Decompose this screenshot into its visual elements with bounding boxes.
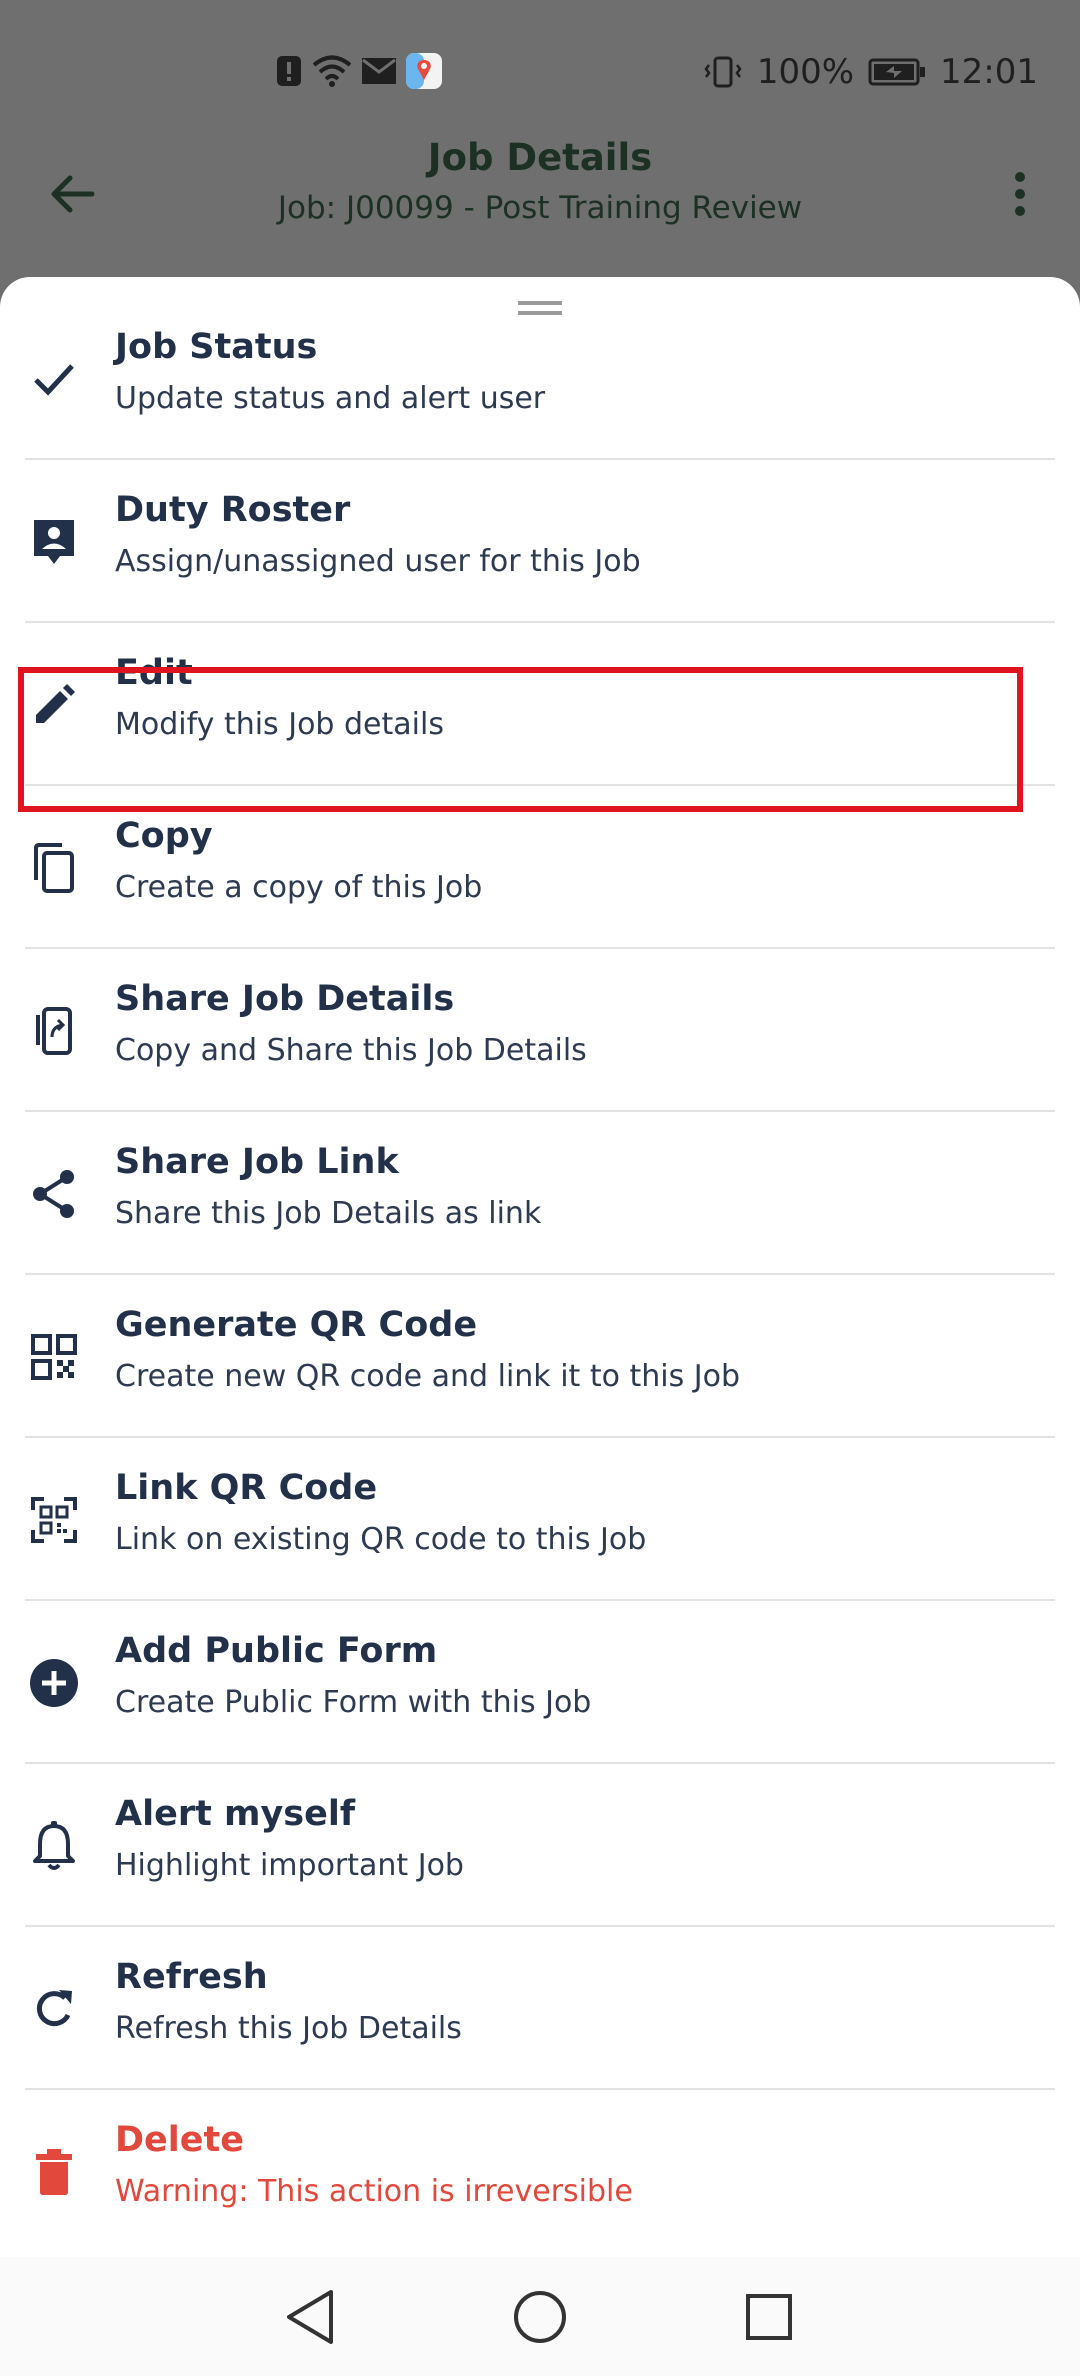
menu-item-title: Copy <box>115 816 213 856</box>
trash-icon <box>22 2140 86 2204</box>
qr-scan-icon <box>22 1488 86 1552</box>
status-bar: 100% 12:01 <box>0 0 1080 150</box>
clock: 12:01 <box>940 52 1038 92</box>
menu-item-title: Link QR Code <box>115 1468 378 1508</box>
nav-home-icon[interactable] <box>502 2279 578 2355</box>
more-vert-icon[interactable] <box>990 160 1050 228</box>
menu-item-desc: Copy and Share this Job Details <box>115 1033 587 1068</box>
status-system: 100% 12:01 <box>703 52 1038 92</box>
assignment-ind-icon <box>22 510 86 574</box>
menu-item-desc: Create a copy of this Job <box>115 870 483 905</box>
share-document-icon <box>22 999 86 1063</box>
bell-icon <box>22 1814 86 1878</box>
menu-item-title: Share Job Details <box>115 979 455 1019</box>
mail-icon <box>361 57 397 85</box>
menu-item-desc: Link on existing QR code to this Job <box>115 1522 647 1557</box>
add-circle-icon <box>22 1651 86 1715</box>
menu-item-title: Job Status <box>115 327 318 367</box>
menu-item-title: Duty Roster <box>115 490 351 530</box>
share-icon <box>22 1162 86 1226</box>
menu-item-title: Generate QR Code <box>115 1305 478 1345</box>
menu-item-title: Share Job Link <box>115 1142 399 1182</box>
page-title: Job Details <box>427 136 653 179</box>
battery-percent: 100% <box>756 52 855 92</box>
menu-item-share-job-link[interactable]: Share Job Link Share this Job Details as… <box>0 1112 1080 1275</box>
copy-icon <box>22 836 86 900</box>
page-subtitle: Job: J00099 - Post Training Review <box>277 190 803 226</box>
status-notifications <box>275 52 443 90</box>
menu-item-refresh[interactable]: Refresh Refresh this Job Details <box>0 1927 1080 2090</box>
check-icon <box>22 347 86 411</box>
menu-item-desc: Create Public Form with this Job <box>115 1685 592 1720</box>
menu-item-desc: Share this Job Details as link <box>115 1196 542 1231</box>
menu-item-generate-qr-code[interactable]: Generate QR Code Create new QR code and … <box>0 1275 1080 1438</box>
menu-item-job-status[interactable]: Job Status Update status and alert user <box>0 297 1080 460</box>
bottom-sheet: Job Status Update status and alert user … <box>0 277 1080 2257</box>
menu-item-desc: Update status and alert user <box>115 381 546 416</box>
menu-item-title: Delete <box>115 2120 244 2160</box>
highlight-box <box>18 667 1023 812</box>
menu-item-delete[interactable]: Delete Warning: This action is irreversi… <box>0 2090 1080 2253</box>
nav-back-icon[interactable] <box>272 2279 348 2355</box>
menu-item-duty-roster[interactable]: Duty Roster Assign/unassigned user for t… <box>0 460 1080 623</box>
maps-app-icon <box>405 52 443 90</box>
menu-item-desc: Create new QR code and link it to this J… <box>115 1359 741 1394</box>
menu-item-title: Add Public Form <box>115 1631 438 1671</box>
battery-charging-icon <box>868 57 926 87</box>
alert-icon <box>275 54 303 88</box>
menu-item-link-qr-code[interactable]: Link QR Code Link on existing QR code to… <box>0 1438 1080 1601</box>
qr-code-icon <box>22 1325 86 1389</box>
menu-item-desc: Highlight important Job <box>115 1848 464 1883</box>
refresh-icon <box>22 1977 86 2041</box>
menu-item-desc: Assign/unassigned user for this Job <box>115 544 641 579</box>
menu-item-desc: Refresh this Job Details <box>115 2011 462 2046</box>
menu-item-alert-myself[interactable]: Alert myself Highlight important Job <box>0 1764 1080 1927</box>
wifi-icon <box>311 54 353 88</box>
nav-recents-icon[interactable] <box>731 2279 807 2355</box>
menu-item-desc: Warning: This action is irreversible <box>115 2174 633 2209</box>
vibrate-icon <box>703 55 743 89</box>
menu-item-share-job-details[interactable]: Share Job Details Copy and Share this Jo… <box>0 949 1080 1112</box>
menu-item-title: Alert myself <box>115 1794 356 1834</box>
menu-item-title: Refresh <box>115 1957 268 1997</box>
system-nav-bar <box>0 2257 1080 2376</box>
app-bar: Job Details Job: J00099 - Post Training … <box>0 130 1080 270</box>
menu-item-add-public-form[interactable]: Add Public Form Create Public Form with … <box>0 1601 1080 1764</box>
